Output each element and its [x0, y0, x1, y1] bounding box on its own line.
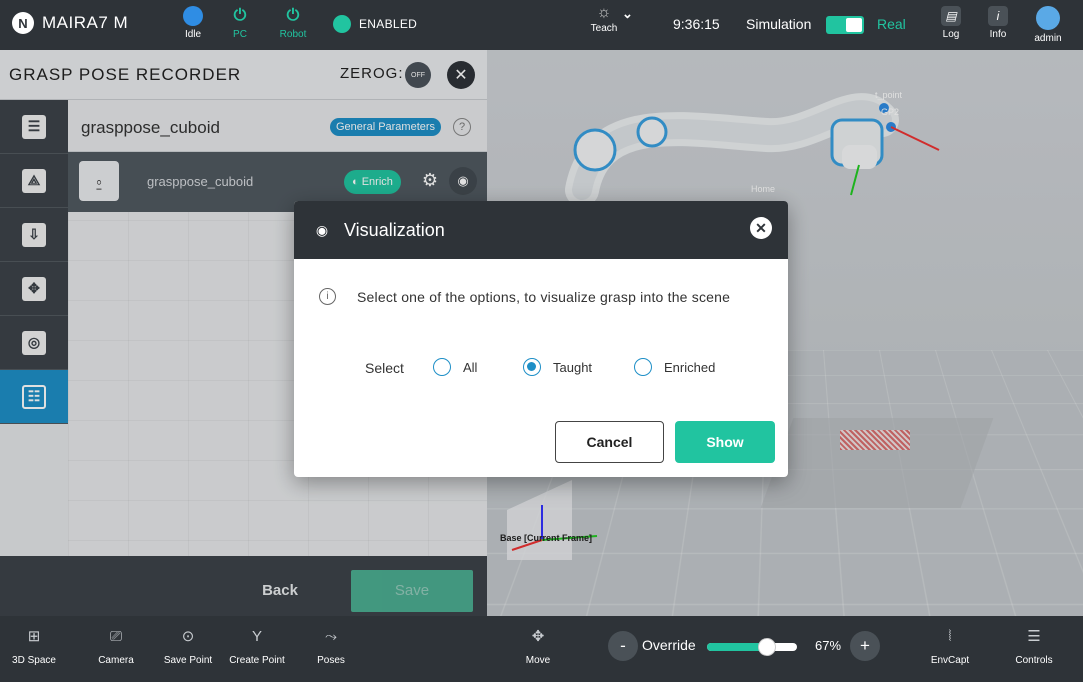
brand: N MAIRA7 M: [12, 12, 128, 34]
brand-name: MAIRA7 M: [42, 13, 129, 32]
log-icon: ▤: [941, 6, 961, 26]
cancel-button[interactable]: Cancel: [555, 421, 664, 463]
robot-power-button[interactable]: ⏻ Robot: [270, 6, 316, 48]
move-label: Move: [525, 655, 551, 666]
dialog-header: ◉ Visualization ✕: [294, 201, 788, 259]
save-point-icon: ⊙: [181, 628, 195, 645]
controls-label: Controls: [1015, 655, 1053, 666]
enabled-status[interactable]: ENABLED: [333, 15, 417, 33]
radio-enriched[interactable]: Enriched: [634, 358, 715, 376]
show-button[interactable]: Show: [675, 421, 775, 463]
3d-space-icon: ⊞: [27, 628, 41, 645]
toggle-knob: [846, 18, 862, 32]
chevron-down-icon: ⌄: [622, 6, 633, 21]
envcapt-label: EnvCapt: [930, 655, 970, 666]
mode-label: Teach: [590, 23, 618, 34]
3d-space-button[interactable]: ⊞ 3D Space: [12, 624, 56, 676]
move-button[interactable]: ✥ Move: [518, 624, 558, 676]
status-idle[interactable]: Idle: [170, 6, 216, 48]
radio-circle-icon: [523, 358, 541, 376]
pc-label: PC: [233, 29, 247, 40]
pc-power-button[interactable]: ⏻ PC: [217, 6, 263, 48]
radio-taught[interactable]: Taught: [523, 358, 592, 376]
close-icon[interactable]: ✕: [750, 217, 772, 239]
envcapt-button[interactable]: ⦚ EnvCapt: [928, 624, 972, 676]
simulation-real-toggle[interactable]: [826, 16, 864, 34]
radio-all[interactable]: All: [433, 358, 477, 376]
eye-icon: ◉: [315, 222, 329, 238]
create-point-label: Create Point: [229, 655, 285, 666]
override-value: 67%: [815, 638, 842, 653]
move-icon: ✥: [531, 628, 545, 645]
radio-enriched-label: Enriched: [664, 359, 716, 375]
radio-circle-icon: [433, 358, 451, 376]
log-button[interactable]: ▤ Log: [929, 6, 973, 40]
status-idle-label: Idle: [184, 29, 202, 40]
save-point-button[interactable]: ⊙ Save Point: [162, 624, 214, 676]
info-label: Info: [989, 29, 1007, 40]
select-label: Select: [365, 360, 404, 376]
override-increase-button[interactable]: +: [850, 631, 880, 661]
radio-all-label: All: [463, 359, 478, 375]
simulation-label: Simulation: [746, 16, 812, 32]
radio-taught-label: Taught: [553, 359, 593, 375]
save-point-label: Save Point: [163, 655, 213, 666]
info-icon: i: [319, 288, 336, 305]
power-icon: ⏻: [233, 7, 247, 24]
override-label: Override: [642, 637, 696, 653]
user-label: admin: [1034, 33, 1062, 44]
status-dot-icon: [183, 6, 203, 26]
controls-icon: ☰: [1027, 628, 1041, 645]
envcapt-icon: ⦚: [948, 627, 952, 645]
log-label: Log: [942, 29, 960, 40]
poses-icon: ⤳: [324, 627, 337, 645]
override-slider[interactable]: [707, 638, 797, 656]
info-icon: i: [988, 6, 1008, 26]
enabled-label: ENABLED: [359, 17, 418, 31]
camera-label: Camera: [98, 655, 134, 666]
override-decrease-button[interactable]: -: [608, 631, 638, 661]
camera-button[interactable]: ⎚ Camera: [96, 624, 136, 676]
clock: 9:36:15: [673, 16, 720, 32]
override-slider-handle[interactable]: [758, 638, 777, 656]
dialog-title: Visualization: [344, 220, 445, 240]
avatar-icon: [1036, 6, 1060, 30]
maira-logo-icon: N: [12, 12, 34, 34]
enabled-dot-icon: [333, 15, 351, 33]
3d-space-label: 3D Space: [12, 655, 56, 666]
bottom-bar: ⊞ 3D Space ⎚ Camera ⊙ Save Point Y Creat…: [0, 616, 1083, 682]
visualization-dialog: ◉ Visualization ✕ i Select one of the op…: [294, 201, 788, 477]
poses-button[interactable]: ⤳ Poses: [312, 624, 350, 676]
create-point-icon: Y: [251, 627, 262, 645]
power-icon: ⏻: [286, 7, 300, 24]
camera-icon: ⎚: [109, 627, 122, 645]
controls-button[interactable]: ☰ Controls: [1010, 624, 1058, 676]
robot-label: Robot: [279, 29, 307, 40]
user-button[interactable]: admin: [1026, 6, 1070, 44]
poses-label: Poses: [317, 655, 345, 666]
create-point-button[interactable]: Y Create Point: [229, 624, 285, 676]
dialog-message: Select one of the options, to visualize …: [357, 289, 731, 305]
real-label: Real: [877, 16, 906, 32]
mode-selector[interactable]: ☼ ⌄ Teach: [574, 4, 634, 34]
top-bar: N MAIRA7 M Idle ⏻ PC ⏻ Robot ENABLED ☼ ⌄…: [0, 0, 1083, 50]
radio-circle-icon: [634, 358, 652, 376]
info-button[interactable]: i Info: [976, 6, 1020, 40]
